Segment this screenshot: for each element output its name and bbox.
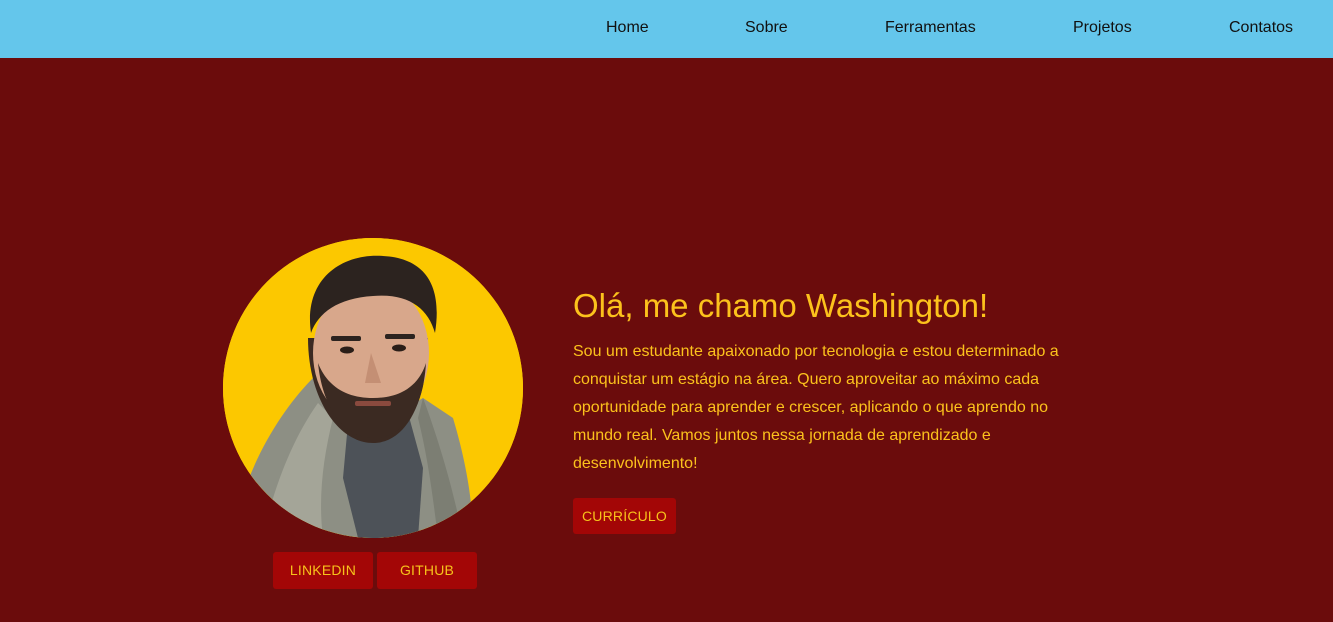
nav-ferramentas-link[interactable]: Ferramentas [885, 19, 976, 37]
nav-sobre-link[interactable]: Sobre [745, 19, 788, 37]
profile-photo [223, 238, 523, 538]
navbar: Home Sobre Ferramentas Projetos Contatos [0, 0, 1333, 58]
nav-home-link[interactable]: Home [606, 19, 649, 37]
github-button[interactable]: GITHUB [377, 552, 477, 589]
hero-title: Olá, me chamo Washington! [573, 287, 989, 324]
curriculo-button[interactable]: CURRÍCULO [573, 498, 676, 534]
nav-projetos-link[interactable]: Projetos [1073, 19, 1132, 37]
nav-contatos-link[interactable]: Contatos [1229, 19, 1293, 37]
hero-bio: Sou um estudante apaixonado por tecnolog… [573, 343, 1059, 472]
profile-avatar [223, 238, 523, 538]
hero-section: LINKEDIN GITHUB Olá, me chamo Washington… [0, 58, 1333, 622]
linkedin-button[interactable]: LINKEDIN [273, 552, 373, 589]
